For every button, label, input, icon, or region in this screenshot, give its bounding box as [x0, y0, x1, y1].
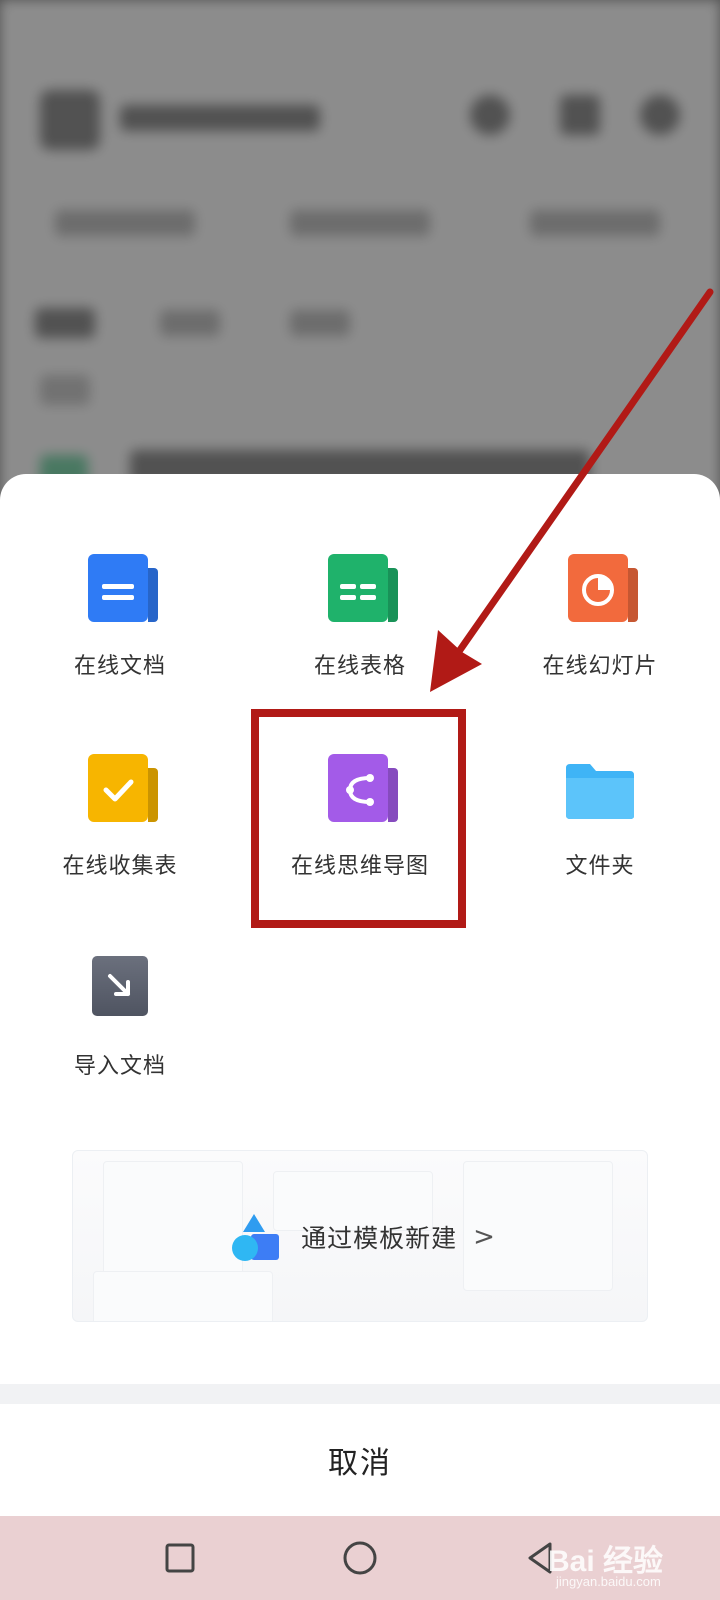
recent-apps-button[interactable] [140, 1516, 220, 1600]
online-slides-option[interactable]: 在线幻灯片 [480, 552, 720, 712]
watermark-url: jingyan.baidu.com [556, 1574, 661, 1589]
folder-label: 文件夹 [565, 854, 635, 879]
online-slides-icon [564, 552, 636, 624]
template-icon [232, 1214, 280, 1261]
folder-option[interactable]: 文件夹 [480, 752, 720, 912]
square-icon [165, 1543, 195, 1573]
cancel-button[interactable]: 取消 [0, 1404, 720, 1516]
online-sheet-icon [324, 552, 396, 624]
online-form-option[interactable]: 在线收集表 [0, 752, 240, 912]
circle-icon [343, 1541, 377, 1575]
online-slides-label: 在线幻灯片 [542, 654, 658, 679]
online-form-label: 在线收集表 [62, 854, 178, 879]
sheet-separator [0, 1384, 720, 1404]
folder-icon [564, 752, 636, 824]
chevron-right-icon: > [473, 1222, 495, 1252]
online-sheet-option[interactable]: 在线表格 [240, 552, 480, 712]
import-doc-icon [84, 952, 156, 1024]
home-button[interactable] [320, 1516, 400, 1600]
online-sheet-label: 在线表格 [313, 654, 406, 679]
import-doc-option[interactable]: 导入文档 [0, 952, 240, 1112]
online-doc-label: 在线文档 [73, 654, 166, 679]
cancel-label: 取消 [328, 1446, 392, 1481]
import-doc-label: 导入文档 [73, 1054, 166, 1079]
template-card[interactable]: 通过模板新建 > [72, 1150, 648, 1322]
template-label: 通过模板新建 [301, 1224, 458, 1253]
online-form-icon [84, 752, 156, 824]
online-doc-option[interactable]: 在线文档 [0, 552, 240, 712]
baidu-watermark: Bai 经验 jingyan.baidu.com [548, 1536, 708, 1596]
online-doc-icon [84, 552, 156, 624]
highlight-box [251, 709, 466, 928]
create-new-sheet: 在线文档 在线表格 在线幻灯片 在线收集表 在线思维导图 文件夹 导入文档 通过… [0, 474, 720, 1516]
